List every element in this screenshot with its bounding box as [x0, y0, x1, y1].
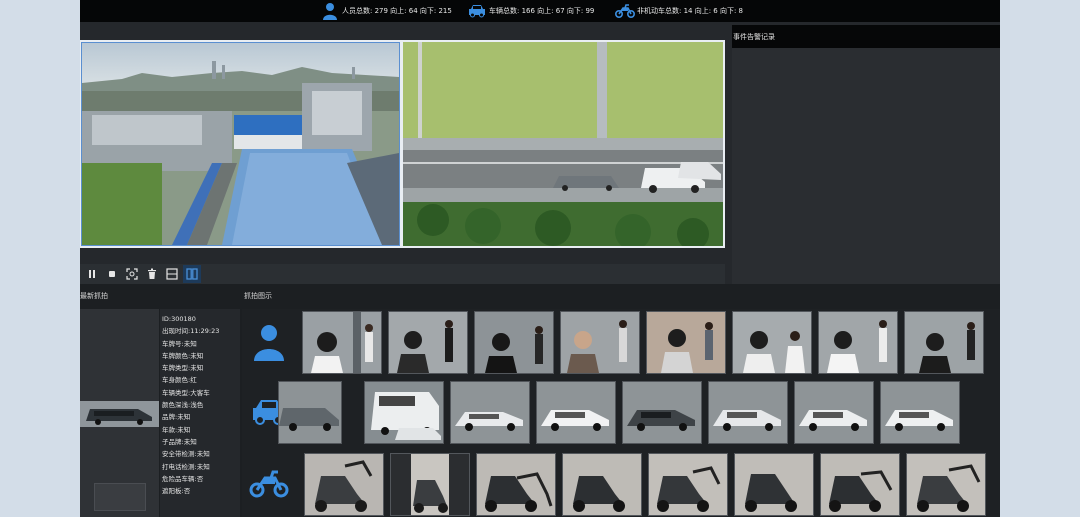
- nonmotor-stat: 非机动车总数: 14 向上: 6 向下: 8: [615, 1, 743, 21]
- info-year: 年款:未知: [162, 425, 191, 434]
- info-color-shade: 颜色深浅:浅色: [162, 401, 204, 410]
- person-icon: [242, 309, 296, 375]
- vehicle-stat-text: 车辆总数: 166 向上: 67 向下: 99: [489, 7, 595, 15]
- person-thumbnail[interactable]: [560, 311, 640, 374]
- vehicle-stat: 车辆总数: 166 向上: 67 向下: 99: [467, 1, 594, 21]
- scooter-thumbnail[interactable]: [734, 453, 814, 516]
- scooter-thumbnail[interactable]: [648, 453, 728, 516]
- person-thumbnail[interactable]: [646, 311, 726, 374]
- info-plate-type: 车牌类型:未知: [162, 364, 204, 373]
- info-sub-brand: 子品牌:未知: [162, 437, 197, 446]
- snapshot-icon[interactable]: [123, 265, 141, 283]
- stop-icon[interactable]: [103, 265, 121, 283]
- person-thumbnail[interactable]: [302, 311, 382, 374]
- vehicle-thumbnail[interactable]: [622, 381, 702, 444]
- person-thumbnail[interactable]: [474, 311, 554, 374]
- capture-info-panel: ID:300180 出现时间:11:29:23 车牌号:未知 车牌颜色:未知 车…: [160, 309, 240, 517]
- info-phone: 打电话检测:未知: [162, 462, 210, 471]
- pause-icon[interactable]: [83, 265, 101, 283]
- alarm-panel: 事件告警记录: [732, 25, 1000, 284]
- capture-display-label: 抓拍图示: [244, 292, 272, 300]
- info-time: 出现时间:11:29:23: [162, 327, 220, 336]
- scooter-thumbnail[interactable]: [562, 453, 642, 516]
- latest-capture-image[interactable]: [80, 309, 159, 517]
- single-view-icon[interactable]: [163, 265, 181, 283]
- person-thumbnail[interactable]: [388, 311, 468, 374]
- vehicle-thumbnail[interactable]: [450, 381, 530, 444]
- person-thumbnail[interactable]: [732, 311, 812, 374]
- info-plate-color: 车牌颜色:未知: [162, 351, 204, 360]
- info-body-color: 车身颜色:红: [162, 376, 197, 385]
- nonmotor-stat-text: 非机动车总数: 14 向上: 6 向下: 8: [637, 7, 744, 15]
- video-area: [80, 40, 725, 248]
- info-plate-number: 车牌号:未知: [162, 339, 197, 348]
- info-vehicle-type: 车辆类型:大客车: [162, 388, 210, 397]
- video-feed-highway[interactable]: [403, 42, 723, 246]
- scooter-thumbnail[interactable]: [476, 453, 556, 516]
- playback-controls: [80, 264, 725, 284]
- motorcycle-icon: [615, 1, 635, 21]
- scooter-thumbnail[interactable]: [820, 453, 900, 516]
- scooter-thumbnail[interactable]: [304, 453, 384, 516]
- scooter-thumbnail[interactable]: [906, 453, 986, 516]
- vehicle-thumbnail[interactable]: [794, 381, 874, 444]
- alarm-panel-title: 事件告警记录: [732, 25, 1000, 48]
- video-feed-aerial[interactable]: [81, 42, 400, 246]
- person-thumbnail[interactable]: [818, 311, 898, 374]
- people-stat-text: 人员总数: 279 向上: 64 向下: 215: [342, 7, 452, 15]
- motorcycle-icon: [242, 451, 296, 517]
- latest-capture-label: 最新抓拍: [80, 292, 108, 300]
- trash-icon[interactable]: [143, 265, 161, 283]
- people-stat: 人员总数: 279 向上: 64 向下: 215: [320, 1, 452, 21]
- info-sunvisor: 遮阳板:否: [162, 487, 191, 496]
- latest-capture-vehicle: [80, 401, 159, 427]
- info-id: ID:300180: [162, 315, 196, 323]
- vehicle-thumbnail[interactable]: [364, 381, 444, 444]
- latest-capture-thumbnail[interactable]: [80, 477, 159, 517]
- capture-grid: [242, 309, 1000, 517]
- vehicle-thumbnail[interactable]: [880, 381, 960, 444]
- person-icon: [320, 1, 340, 21]
- vehicle-thumbnail[interactable]: [278, 381, 342, 444]
- info-seatbelt: 安全带检测:未知: [162, 450, 210, 459]
- info-brand: 品牌:未知: [162, 413, 191, 422]
- person-thumbnail[interactable]: [904, 311, 984, 374]
- vehicle-thumbnail[interactable]: [708, 381, 788, 444]
- scooter-thumbnail[interactable]: [390, 453, 470, 516]
- vehicle-thumbnail[interactable]: [536, 381, 616, 444]
- capture-section: 最新抓拍 抓拍图示 ID:300180 出现时间:11:29:23 车牌号:未知…: [80, 284, 1000, 517]
- info-hazmat: 危险品车辆:否: [162, 474, 204, 483]
- app-window: 人员总数: 279 向上: 64 向下: 215 车辆总数: 166 向上: 6…: [80, 0, 1000, 517]
- car-icon: [467, 1, 487, 21]
- stats-bar: 人员总数: 279 向上: 64 向下: 215 车辆总数: 166 向上: 6…: [80, 0, 1000, 22]
- split-view-icon[interactable]: [183, 265, 201, 283]
